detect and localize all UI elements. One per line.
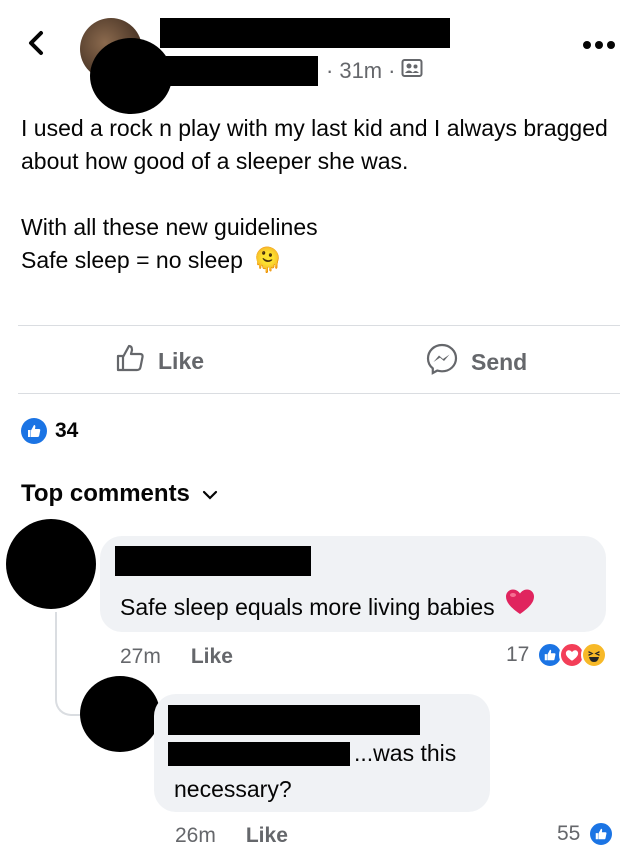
comment-2-time[interactable]: 26m (175, 824, 216, 848)
melting-face-emoji: 🫠 (252, 247, 283, 274)
meta-separator-2: · (388, 58, 396, 83)
divider-top (18, 325, 620, 326)
divider-bottom (18, 393, 620, 394)
comment-2-reactions[interactable]: 55 (557, 821, 615, 847)
comment-1-meta: 27m Like (120, 645, 233, 669)
reactions-summary[interactable]: 34 (21, 418, 78, 444)
comment-2-bubble: ...was this necessary? (154, 694, 490, 812)
send-label: Send (471, 348, 528, 375)
redacted-poster-name (160, 18, 450, 48)
comment-1-bubble: Safe sleep equals more living babies (100, 536, 606, 632)
like-reaction-icon (588, 821, 615, 847)
commenter-1-avatar[interactable] (6, 519, 96, 609)
post-paragraph-2-text: Safe sleep = no sleep (21, 247, 243, 273)
messenger-icon (425, 342, 459, 382)
comment-1-reactions[interactable]: 17 (506, 642, 608, 668)
post-paragraph-2-line-1: With all these new guidelines (21, 214, 318, 240)
like-reaction-icon (21, 418, 47, 444)
redacted-commenter-2-name (168, 705, 420, 735)
comment-1-body: Safe sleep equals more living babies (120, 588, 535, 625)
meta-separator: · (326, 58, 334, 83)
comment-1-text: Safe sleep equals more living babies (120, 593, 495, 620)
comment-2-like-button[interactable]: Like (246, 824, 288, 848)
top-comments-label: Top comments (21, 480, 190, 507)
comment-1-like-button[interactable]: Like (191, 645, 233, 669)
redacted-commenter-1-name (115, 546, 311, 576)
haha-reaction-icon (581, 642, 608, 668)
comment-1-reaction-count: 17 (506, 643, 530, 666)
red-heart-emoji (505, 588, 535, 625)
top-comments-filter[interactable]: Top comments (21, 480, 218, 508)
thumbs-up-icon (114, 342, 146, 380)
like-label: Like (158, 347, 205, 374)
redacted-group-name (166, 56, 318, 86)
like-button[interactable]: Like (114, 342, 204, 380)
reaction-count: 34 (55, 419, 79, 442)
comment-2-text-line-2: necessary? (174, 776, 292, 802)
post-paragraph-1: I used a rock n play with my last kid an… (21, 115, 608, 174)
comment-2-text-line-1: ...was this (354, 740, 457, 766)
post-body: I used a rock n play with my last kid an… (21, 112, 621, 277)
back-chevron-icon[interactable] (22, 28, 52, 58)
post-paragraph-2-line-2: Safe sleep = no sleep 🫠 (21, 244, 621, 277)
post-time[interactable]: 31m (339, 58, 382, 84)
send-button[interactable]: Send (425, 342, 527, 382)
comment-1-time[interactable]: 27m (120, 645, 161, 669)
more-dots-icon[interactable] (582, 36, 616, 50)
post-meta: · 31m · (326, 58, 423, 84)
reply-thread-line (55, 612, 83, 716)
chevron-down-icon (202, 480, 218, 508)
comment-2-meta: 26m Like (175, 824, 288, 848)
comment-2-reaction-count: 55 (557, 822, 581, 845)
redacted-avatar-overlay (90, 38, 172, 114)
redacted-comment-2-text (168, 742, 350, 766)
commenter-2-avatar[interactable] (80, 676, 160, 752)
audience-icon[interactable] (401, 58, 423, 84)
